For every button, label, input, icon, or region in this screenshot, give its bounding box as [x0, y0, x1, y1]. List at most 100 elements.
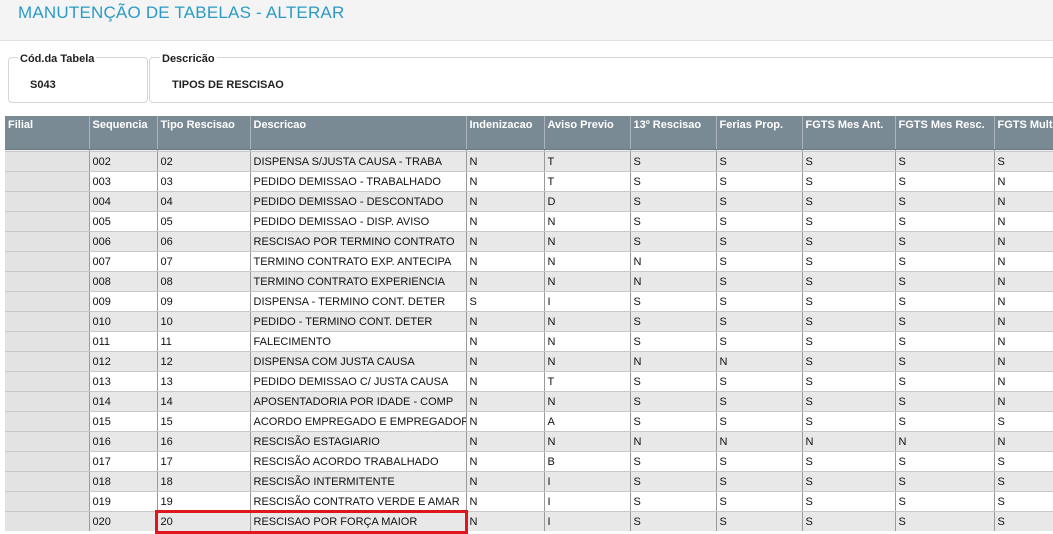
- table-cell[interactable]: [5, 191, 90, 212]
- table-cell[interactable]: 04: [157, 191, 251, 212]
- table-cell[interactable]: N: [466, 151, 545, 172]
- table-cell[interactable]: 15: [157, 411, 251, 432]
- table-cell[interactable]: N: [544, 231, 631, 252]
- table-cell[interactable]: PEDIDO - TERMINO CONT. DETER: [250, 311, 467, 332]
- table-cell[interactable]: S: [802, 411, 896, 432]
- column-header-indenizacao[interactable]: Indenizacao: [466, 116, 545, 150]
- table-cell[interactable]: RESCISÃO CONTRATO VERDE E AMAR: [250, 491, 467, 512]
- table-cell[interactable]: S: [630, 511, 717, 531]
- table-cell[interactable]: N: [994, 431, 1053, 452]
- table-cell[interactable]: N: [466, 251, 545, 272]
- table-cell[interactable]: N: [895, 431, 995, 452]
- table-cell[interactable]: S: [994, 511, 1053, 531]
- table-cell[interactable]: S: [716, 491, 803, 512]
- table-cell[interactable]: S: [802, 231, 896, 252]
- table-cell[interactable]: S: [994, 491, 1053, 512]
- table-cell[interactable]: 17: [157, 451, 251, 472]
- table-cell[interactable]: PEDIDO DEMISSAO - TRABALHADO: [250, 171, 467, 192]
- table-cell[interactable]: N: [544, 211, 631, 232]
- table-cell[interactable]: S: [994, 451, 1053, 472]
- table-cell[interactable]: S: [802, 271, 896, 292]
- table-cell[interactable]: 017: [89, 451, 158, 472]
- description-value[interactable]: TIPOS DE RESCISAO: [172, 79, 284, 91]
- table-cell[interactable]: [5, 311, 90, 332]
- table-cell[interactable]: PEDIDO DEMISSAO - DISP. AVISO: [250, 211, 467, 232]
- table-cell[interactable]: S: [802, 151, 896, 172]
- table-cell[interactable]: 015: [89, 411, 158, 432]
- table-cell[interactable]: I: [544, 511, 631, 531]
- table-cell[interactable]: S: [895, 231, 995, 252]
- table-cell[interactable]: S: [716, 231, 803, 252]
- table-cell[interactable]: S: [994, 411, 1053, 432]
- table-row[interactable]: 010 10 PEDIDO - TERMINO CONT. DETER N N S S S S N: [5, 311, 1053, 332]
- table-cell[interactable]: DISPENSA - TERMINO CONT. DETER: [250, 291, 467, 312]
- table-cell[interactable]: N: [466, 511, 545, 531]
- table-cell[interactable]: S: [716, 211, 803, 232]
- table-cell[interactable]: S: [802, 491, 896, 512]
- table-cell[interactable]: RESCISÃO ESTAGIARIO: [250, 431, 467, 452]
- table-cell[interactable]: N: [544, 271, 631, 292]
- table-cell[interactable]: 20: [157, 511, 251, 531]
- table-cell[interactable]: 19: [157, 491, 251, 512]
- table-code-value[interactable]: S043: [30, 79, 56, 91]
- table-cell[interactable]: S: [895, 411, 995, 432]
- table-cell[interactable]: S: [994, 151, 1053, 172]
- table-row[interactable]: 003 03 PEDIDO DEMISSAO - TRABALHADO N T S S S S N: [5, 171, 1053, 192]
- table-cell[interactable]: [5, 511, 90, 531]
- table-cell[interactable]: S: [630, 331, 717, 352]
- table-cell[interactable]: S: [802, 351, 896, 372]
- table-cell[interactable]: [5, 371, 90, 392]
- table-cell[interactable]: I: [544, 471, 631, 492]
- table-cell[interactable]: S: [802, 511, 896, 531]
- table-cell[interactable]: 020: [89, 511, 158, 531]
- table-cell[interactable]: N: [994, 271, 1053, 292]
- table-cell[interactable]: T: [544, 371, 631, 392]
- table-cell[interactable]: [5, 231, 90, 252]
- table-cell[interactable]: DISPENSA S/JUSTA CAUSA - TRABA: [250, 151, 467, 172]
- table-cell[interactable]: 009: [89, 291, 158, 312]
- table-cell[interactable]: S: [630, 151, 717, 172]
- table-cell[interactable]: N: [994, 351, 1053, 372]
- table-cell[interactable]: 012: [89, 351, 158, 372]
- table-cell[interactable]: N: [466, 351, 545, 372]
- table-cell[interactable]: I: [544, 491, 631, 512]
- table-cell[interactable]: S: [716, 331, 803, 352]
- table-cell[interactable]: A: [544, 411, 631, 432]
- table-row[interactable]: 020 20 RESCISAO POR FORÇA MAIOR N I S S S S S: [5, 511, 1053, 531]
- table-cell[interactable]: S: [630, 411, 717, 432]
- table-cell[interactable]: N: [716, 431, 803, 452]
- table-cell[interactable]: N: [466, 211, 545, 232]
- table-cell[interactable]: N: [544, 311, 631, 332]
- table-row[interactable]: 015 15 ACORDO EMPREGADO E EMPREGADOR N A S S S S…: [5, 411, 1053, 432]
- table-cell[interactable]: S: [895, 451, 995, 472]
- table-cell[interactable]: 08: [157, 271, 251, 292]
- table-row[interactable]: 006 06 RESCISAO POR TERMINO CONTRATO N N S S S S…: [5, 231, 1053, 252]
- table-cell[interactable]: S: [630, 211, 717, 232]
- table-cell[interactable]: N: [994, 251, 1053, 272]
- table-cell[interactable]: S: [895, 351, 995, 372]
- table-row[interactable]: 019 19 RESCISÃO CONTRATO VERDE E AMAR N I S S S…: [5, 491, 1053, 512]
- table-cell[interactable]: N: [630, 251, 717, 272]
- table-cell[interactable]: T: [544, 171, 631, 192]
- table-cell[interactable]: 014: [89, 391, 158, 412]
- table-cell[interactable]: 011: [89, 331, 158, 352]
- table-cell[interactable]: 14: [157, 391, 251, 412]
- table-cell[interactable]: N: [994, 171, 1053, 192]
- table-cell[interactable]: [5, 211, 90, 232]
- table-cell[interactable]: T: [544, 151, 631, 172]
- table-cell[interactable]: S: [895, 171, 995, 192]
- table-cell[interactable]: S: [716, 171, 803, 192]
- table-cell[interactable]: N: [544, 351, 631, 372]
- table-cell[interactable]: 16: [157, 431, 251, 452]
- table-cell[interactable]: 11: [157, 331, 251, 352]
- table-cell[interactable]: [5, 431, 90, 452]
- column-header-fgts-mes-ant[interactable]: FGTS Mes Ant.: [802, 116, 896, 150]
- table-cell[interactable]: N: [802, 431, 896, 452]
- table-cell[interactable]: N: [466, 471, 545, 492]
- table-cell[interactable]: S: [716, 311, 803, 332]
- table-cell[interactable]: [5, 331, 90, 352]
- table-cell[interactable]: 02: [157, 151, 251, 172]
- table-cell[interactable]: N: [466, 431, 545, 452]
- column-header-descricao[interactable]: Descricao: [250, 116, 467, 150]
- table-cell[interactable]: [5, 171, 90, 192]
